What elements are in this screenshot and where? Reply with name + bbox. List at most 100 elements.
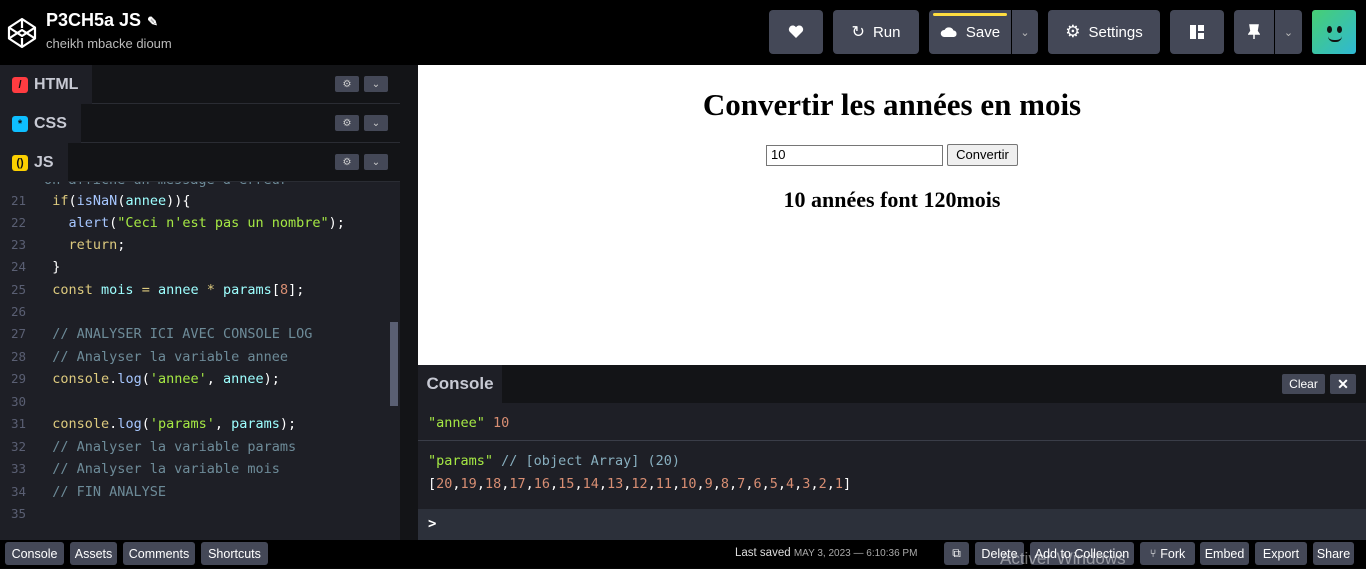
console-tab[interactable]: Console (418, 365, 502, 403)
gear-icon: ⚙ (342, 156, 352, 168)
js-editor-header[interactable]: () JS ⚙ ⌄ (0, 143, 400, 182)
top-bar: P3CH5a JS ✎ cheikh mbacke dioum ↻ Run Save… (0, 0, 1366, 65)
console-input[interactable]: > (418, 509, 1366, 540)
html-editor-header[interactable]: / HTML ⚙ ⌄ (0, 65, 400, 104)
years-input[interactable]: 10 (766, 145, 943, 166)
pencil-icon[interactable]: ✎ (147, 14, 158, 29)
array-value: 10 (680, 476, 697, 492)
close-icon: ✕ (1337, 375, 1349, 392)
array-value: 20 (436, 476, 453, 492)
css-settings-button[interactable]: ⚙ (335, 115, 359, 131)
code-line: 21 if(isNaN(annee)){ (10, 193, 191, 209)
run-button[interactable]: ↻ Run (833, 10, 919, 54)
windows-activation-watermark: Activer Windows (1000, 549, 1126, 568)
open-external-button[interactable]: ⧉ (944, 542, 969, 565)
console-panel: Console Clear ✕ "annee" 10 "params" // [… (418, 365, 1366, 540)
code-line: 28 // Analyser la variable annee (10, 349, 288, 365)
code-line: 22 alert("Ceci n'est pas un nombre"); (10, 215, 345, 231)
code-line: 35 (10, 506, 26, 521)
layout-icon (1190, 25, 1204, 39)
fork-button[interactable]: ⑂ Fork (1140, 542, 1195, 565)
array-value: 15 (558, 476, 575, 492)
html-settings-button[interactable]: ⚙ (335, 76, 359, 92)
code-line: 33 // Analyser la variable mois (10, 461, 280, 477)
chevron-down-icon: ⌄ (1283, 26, 1294, 39)
code-line: 26 (10, 304, 26, 319)
tab-html[interactable]: / HTML (0, 65, 93, 104)
pin-dropdown-button[interactable]: ⌄ (1275, 10, 1302, 54)
array-value: 13 (606, 476, 624, 492)
user-avatar[interactable] (1312, 10, 1356, 54)
code-line: 24 } (10, 259, 61, 275)
chevron-down-icon: ⌄ (371, 78, 381, 90)
preview-result: 10 années font 120mois (783, 187, 1001, 212)
chevron-down-icon: ⌄ (371, 156, 381, 168)
array-value: 7 (737, 476, 746, 492)
js-settings-button[interactable]: ⚙ (335, 154, 359, 170)
array-value: 18 (484, 476, 502, 492)
code-line: 30 (10, 394, 26, 409)
code-line: 34 // FIN ANALYSE (10, 484, 167, 500)
last-saved-status: Last saved MAY 3, 2023 — 6:10:36 PM (735, 547, 918, 559)
author-name[interactable]: cheikh mbacke dioum (46, 36, 172, 51)
array-value: 11 (655, 476, 673, 492)
array-value: 6 (753, 476, 762, 492)
pin-icon (1248, 24, 1260, 39)
embed-button[interactable]: Embed (1200, 542, 1249, 565)
save-dropdown-button[interactable]: ⌄ (1012, 10, 1038, 54)
console-close-button[interactable]: ✕ (1330, 374, 1356, 394)
code-line: 27 // ANALYSER ICI AVEC CONSOLE LOG (10, 326, 313, 342)
css-editor-header[interactable]: * CSS ⚙ ⌄ (0, 104, 400, 143)
editor-scrollbar[interactable] (390, 322, 398, 406)
array-value: 4 (786, 476, 795, 492)
code-line: 32 // Analyser la variable params (10, 439, 297, 455)
panel-resize-handle[interactable] (400, 65, 418, 540)
array-value: 17 (509, 476, 526, 492)
array-value: 12 (631, 476, 648, 492)
tab-css[interactable]: * CSS (0, 104, 81, 143)
css-badge-icon: * (12, 115, 28, 132)
code-line: 25 const mois = annee * params[8]; (10, 282, 305, 298)
gear-icon: ⚙ (342, 78, 352, 90)
js-code-editor[interactable]: on affiche un message d'erreur 21 if(isN… (0, 182, 400, 540)
gear-icon: ⚙ (1065, 22, 1081, 41)
layout-button[interactable] (1170, 10, 1224, 54)
pin-button[interactable] (1234, 10, 1274, 54)
chevron-down-icon: ⌄ (1020, 26, 1030, 39)
array-value: 16 (533, 476, 551, 492)
js-badge-icon: () (12, 154, 28, 171)
array-value: 8 (720, 476, 730, 492)
console-divider (418, 440, 1366, 441)
love-button[interactable] (769, 10, 823, 54)
editor-panel: /HTML ⚙ ⌄ *CSS ⚙ ⌄ ()JS ⚙ ⌄ on affiche u… (0, 65, 400, 540)
save-indicator (933, 13, 1007, 16)
share-button[interactable]: Share (1313, 542, 1354, 565)
tab-js[interactable]: () JS (0, 143, 68, 182)
array-value: 2 (818, 476, 827, 492)
assets-button[interactable]: Assets (70, 542, 117, 565)
settings-button[interactable]: ⚙ Settings (1048, 10, 1160, 54)
bottom-bar: Console Assets Comments Shortcuts Last s… (0, 540, 1366, 568)
js-collapse-button[interactable]: ⌄ (364, 154, 388, 170)
pen-title[interactable]: P3CH5a JS ✎ (46, 10, 158, 31)
array-value: 5 (769, 476, 778, 492)
gear-icon: ⚙ (342, 117, 352, 129)
array-value: 14 (582, 476, 599, 492)
array-value: 3 (802, 476, 811, 492)
preview-pane: Convertir les années en mois 10 Converti… (418, 65, 1366, 365)
comments-button[interactable]: Comments (123, 542, 195, 565)
codepen-logo-icon[interactable] (6, 16, 38, 50)
save-button[interactable]: Save (929, 10, 1011, 54)
export-button[interactable]: Export (1255, 542, 1307, 565)
convert-button[interactable]: Convertir (947, 144, 1018, 166)
console-clear-button[interactable]: Clear (1282, 374, 1325, 394)
css-collapse-button[interactable]: ⌄ (364, 115, 388, 131)
shortcuts-button[interactable]: Shortcuts (201, 542, 268, 565)
html-collapse-button[interactable]: ⌄ (364, 76, 388, 92)
array-value: 9 (704, 476, 713, 492)
cloud-icon (940, 27, 957, 37)
prompt-icon: > (428, 516, 437, 532)
console-header: Console Clear ✕ (418, 365, 1366, 403)
console-button[interactable]: Console (5, 542, 64, 565)
heart-icon (788, 25, 804, 38)
